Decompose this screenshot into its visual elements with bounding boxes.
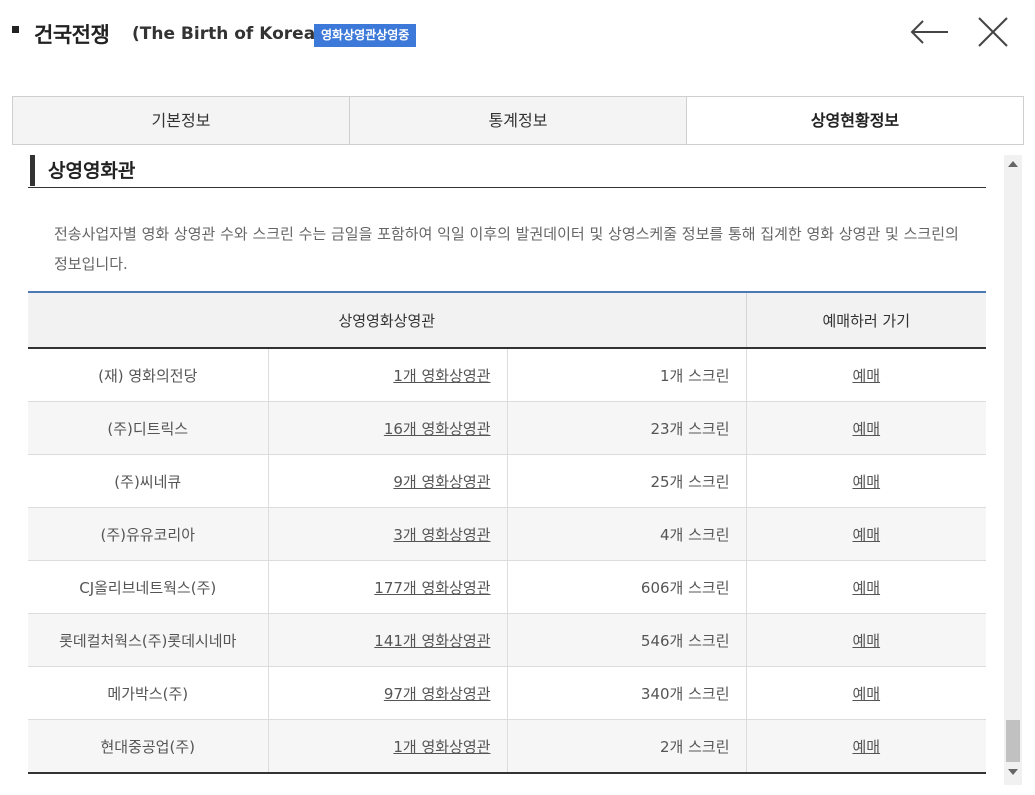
scrollbar-thumb[interactable] — [1006, 720, 1020, 762]
screen-count: 1개 스크린 — [506, 348, 747, 402]
distributor-name: 메가박스(주) — [28, 666, 268, 720]
header-theaters: 상영영화상영관 — [28, 292, 747, 349]
table-row: CJ올리브네트웍스(주) 177개 영화상영관 606개 스크린 예매 — [28, 560, 986, 614]
tab-statistics[interactable]: 통계정보 — [350, 97, 687, 144]
booking-cell: 예매 — [745, 560, 986, 614]
section-header: 상영영화관 — [28, 155, 986, 188]
screen-count: 2개 스크린 — [506, 719, 747, 773]
header-booking: 예매하러 가기 — [745, 292, 986, 349]
booking-cell: 예매 — [745, 666, 986, 720]
theater-count-link[interactable]: 1개 영화상영관 — [393, 367, 490, 385]
theater-count-cell: 1개 영화상영관 — [267, 719, 507, 773]
theater-count-link[interactable]: 16개 영화상영관 — [384, 420, 491, 438]
table-row: (주)씨네큐 9개 영화상영관 25개 스크린 예매 — [28, 454, 986, 508]
booking-link[interactable]: 예매 — [852, 526, 880, 544]
section-title: 상영영화관 — [48, 160, 136, 182]
theater-count-link[interactable]: 9개 영화상영관 — [393, 473, 490, 491]
table-row: (주)유유코리아 3개 영화상영관 4개 스크린 예매 — [28, 507, 986, 561]
screen-count: 606개 스크린 — [506, 560, 747, 614]
table-row: (재) 영화의전당 1개 영화상영관 1개 스크린 예매 — [28, 348, 986, 402]
table-row: (주)디트릭스 16개 영화상영관 23개 스크린 예매 — [28, 401, 986, 455]
theater-count-link[interactable]: 1개 영화상영관 — [393, 738, 490, 756]
title-bullet — [12, 26, 19, 33]
theater-count-link[interactable]: 97개 영화상영관 — [384, 685, 491, 703]
theater-count-cell: 3개 영화상영관 — [267, 507, 507, 561]
theater-count-cell: 141개 영화상영관 — [267, 613, 507, 667]
popup-header: 건국전쟁 (The Birth of Korea) 영화상영관상영중 — [0, 0, 1035, 70]
close-button[interactable] — [974, 14, 1012, 50]
theater-count-cell: 16개 영화상영관 — [267, 401, 507, 455]
close-icon — [978, 17, 1008, 47]
screening-content: 상영영화관 전송사업자별 영화 상영관 수와 스크린 수는 금일을 포함하여 익… — [28, 155, 986, 795]
distributor-name: 현대중공업(주) — [28, 719, 268, 773]
table-header-row: 상영영화상영관 예매하러 가기 — [28, 292, 986, 349]
booking-cell: 예매 — [745, 348, 986, 402]
screen-count: 25개 스크린 — [506, 454, 747, 508]
theater-count-link[interactable]: 3개 영화상영관 — [393, 526, 490, 544]
booking-cell: 예매 — [745, 401, 986, 455]
movie-title: 건국전쟁 — [34, 23, 110, 47]
movie-english-title: (The Birth of Korea) — [132, 24, 323, 44]
booking-link[interactable]: 예매 — [852, 632, 880, 650]
theater-count-cell: 9개 영화상영관 — [267, 454, 507, 508]
booking-link[interactable]: 예매 — [852, 420, 880, 438]
booking-link[interactable]: 예매 — [852, 367, 880, 385]
screen-count: 23개 스크린 — [506, 401, 747, 455]
table-row: 메가박스(주) 97개 영화상영관 340개 스크린 예매 — [28, 666, 986, 720]
tab-basic-info[interactable]: 기본정보 — [13, 97, 350, 144]
booking-cell: 예매 — [745, 613, 986, 667]
screen-count: 546개 스크린 — [506, 613, 747, 667]
table-row: 롯데컬처웍스(주)롯데시네마 141개 영화상영관 546개 스크린 예매 — [28, 613, 986, 667]
booking-link[interactable]: 예매 — [852, 579, 880, 597]
booking-link[interactable]: 예매 — [852, 473, 880, 491]
theater-count-link[interactable]: 141개 영화상영관 — [374, 632, 490, 650]
distributor-name: CJ올리브네트웍스(주) — [28, 560, 268, 614]
booking-cell: 예매 — [745, 454, 986, 508]
distributor-name: (주)유유코리아 — [28, 507, 268, 561]
booking-cell: 예매 — [745, 507, 986, 561]
distributor-name: 롯데컬처웍스(주)롯데시네마 — [28, 613, 268, 667]
booking-link[interactable]: 예매 — [852, 685, 880, 703]
booking-cell: 예매 — [745, 719, 986, 773]
tab-screening-status[interactable]: 상영현황정보 — [687, 97, 1023, 144]
theater-count-link[interactable]: 177개 영화상영관 — [374, 579, 490, 597]
distributor-name: (주)디트릭스 — [28, 401, 268, 455]
theater-count-cell: 1개 영화상영관 — [267, 348, 507, 402]
theater-count-cell: 97개 영화상영관 — [267, 666, 507, 720]
screen-count: 340개 스크린 — [506, 666, 747, 720]
scroll-up-arrow-icon[interactable] — [1008, 161, 1018, 167]
section-bar — [30, 155, 35, 186]
section-description: 전송사업자별 영화 상영관 수와 스크린 수는 금일을 포함하여 익일 이후의 … — [54, 225, 959, 273]
screen-count: 4개 스크린 — [506, 507, 747, 561]
distributor-name: (재) 영화의전당 — [28, 348, 268, 402]
arrow-left-icon — [910, 20, 948, 44]
back-button[interactable] — [908, 14, 950, 50]
theater-count-cell: 177개 영화상영관 — [267, 560, 507, 614]
theater-table: 상영영화상영관 예매하러 가기 (재) 영화의전당 1개 영화상영관 1개 스크… — [28, 291, 986, 774]
scroll-down-arrow-icon[interactable] — [1008, 769, 1018, 775]
status-badge: 영화상영관상영중 — [314, 24, 417, 47]
table-row: 현대중공업(주) 1개 영화상영관 2개 스크린 예매 — [28, 719, 986, 773]
vertical-scrollbar[interactable] — [1004, 155, 1022, 785]
booking-link[interactable]: 예매 — [852, 738, 880, 756]
info-tabs: 기본정보 통계정보 상영현황정보 — [12, 96, 1024, 145]
distributor-name: (주)씨네큐 — [28, 454, 268, 508]
